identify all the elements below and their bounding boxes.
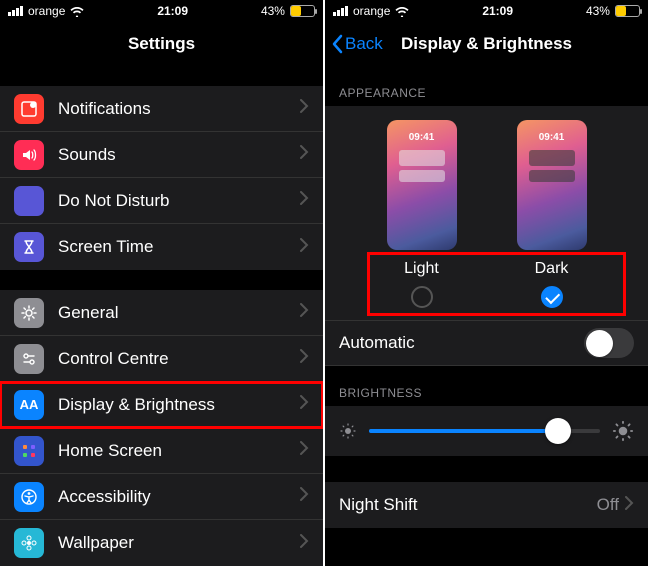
cell-label: Home Screen (58, 441, 300, 461)
carrier-label: orange (353, 4, 390, 18)
battery-fill (291, 6, 301, 16)
page-title: Display & Brightness (401, 34, 572, 54)
accessibility-icon (14, 482, 44, 512)
nav-bar: Settings (0, 22, 323, 66)
chevron-right-icon (300, 534, 309, 553)
notifications-icon (14, 94, 44, 124)
cell-label: Screen Time (58, 237, 300, 257)
sun-large-icon (612, 420, 634, 442)
light-radio[interactable] (411, 286, 433, 308)
cell-home-screen[interactable]: Home Screen (0, 428, 323, 474)
battery-icon (615, 5, 640, 17)
automatic-label: Automatic (339, 333, 584, 353)
automatic-toggle[interactable] (584, 328, 634, 358)
chevron-right-icon (300, 99, 309, 118)
cell-night-shift[interactable]: Night Shift Off (325, 482, 648, 528)
cell-screen-time[interactable]: Screen Time (0, 224, 323, 270)
cell-label: Wallpaper (58, 533, 300, 553)
battery-icon (290, 5, 315, 17)
appearance-option-dark[interactable]: 09:41 Dark (507, 120, 597, 308)
carrier-label: orange (28, 4, 65, 18)
chevron-right-icon (300, 395, 309, 414)
grid-icon (14, 436, 44, 466)
appearance-section: 09:41 Light 09:41 Dark (325, 106, 648, 320)
settings-screen: orange 21:09 43% Settings Notifications … (0, 0, 323, 566)
cell-label: Notifications (58, 99, 300, 119)
cell-label: Control Centre (58, 349, 300, 369)
battery-pct: 43% (586, 4, 610, 18)
dark-preview-icon: 09:41 (517, 120, 587, 250)
status-time: 21:09 (157, 4, 188, 18)
gear-icon (14, 298, 44, 328)
brightness-row (325, 406, 648, 456)
status-bar: orange 21:09 43% (325, 0, 648, 22)
cell-general[interactable]: General (0, 290, 323, 336)
signal-icon (333, 6, 348, 16)
nav-bar: Back Display & Brightness (325, 22, 648, 66)
cell-automatic[interactable]: Automatic (325, 320, 648, 366)
dark-label: Dark (535, 260, 569, 278)
cell-label: Accessibility (58, 487, 300, 507)
cell-notifications[interactable]: Notifications (0, 86, 323, 132)
cell-accessibility[interactable]: Accessibility (0, 474, 323, 520)
dark-radio[interactable] (541, 286, 563, 308)
flower-icon (14, 528, 44, 558)
sun-small-icon (339, 422, 357, 440)
night-shift-value: Off (597, 495, 619, 515)
sliders-icon (14, 344, 44, 374)
back-label: Back (345, 34, 383, 54)
sounds-icon (14, 140, 44, 170)
cell-label: Do Not Disturb (58, 191, 300, 211)
cell-display-brightness[interactable]: AA Display & Brightness (0, 382, 323, 428)
brightness-slider[interactable] (369, 429, 600, 433)
settings-group-2: General Control Centre AA Display & Brig… (0, 290, 323, 566)
hourglass-icon (14, 232, 44, 262)
chevron-right-icon (625, 496, 634, 515)
chevron-right-icon (300, 303, 309, 322)
back-button[interactable]: Back (331, 34, 383, 54)
signal-icon (8, 6, 23, 16)
section-header-appearance: APPEARANCE (325, 66, 648, 106)
chevron-right-icon (300, 349, 309, 368)
section-header-brightness: BRIGHTNESS (325, 366, 648, 406)
chevron-right-icon (300, 441, 309, 460)
settings-group-1: Notifications Sounds Do Not Disturb Scre… (0, 86, 323, 270)
cell-label: General (58, 303, 300, 323)
light-label: Light (404, 260, 439, 278)
moon-icon (14, 186, 44, 216)
battery-pct: 43% (261, 4, 285, 18)
chevron-right-icon (300, 145, 309, 164)
cell-dnd[interactable]: Do Not Disturb (0, 178, 323, 224)
text-size-icon: AA (14, 390, 44, 420)
cell-sounds[interactable]: Sounds (0, 132, 323, 178)
display-brightness-screen: orange 21:09 43% Back Display & Brightne… (325, 0, 648, 566)
night-shift-label: Night Shift (339, 495, 597, 515)
cell-control-centre[interactable]: Control Centre (0, 336, 323, 382)
page-title: Settings (128, 34, 195, 54)
chevron-left-icon (331, 34, 343, 54)
cell-wallpaper[interactable]: Wallpaper (0, 520, 323, 566)
light-preview-icon: 09:41 (387, 120, 457, 250)
status-bar: orange 21:09 43% (0, 0, 323, 22)
cell-label: Display & Brightness (58, 395, 300, 415)
chevron-right-icon (300, 238, 309, 257)
chevron-right-icon (300, 191, 309, 210)
status-time: 21:09 (482, 4, 513, 18)
chevron-right-icon (300, 487, 309, 506)
cell-label: Sounds (58, 145, 300, 165)
wifi-icon (70, 6, 84, 17)
wifi-icon (395, 6, 409, 17)
appearance-option-light[interactable]: 09:41 Light (377, 120, 467, 308)
